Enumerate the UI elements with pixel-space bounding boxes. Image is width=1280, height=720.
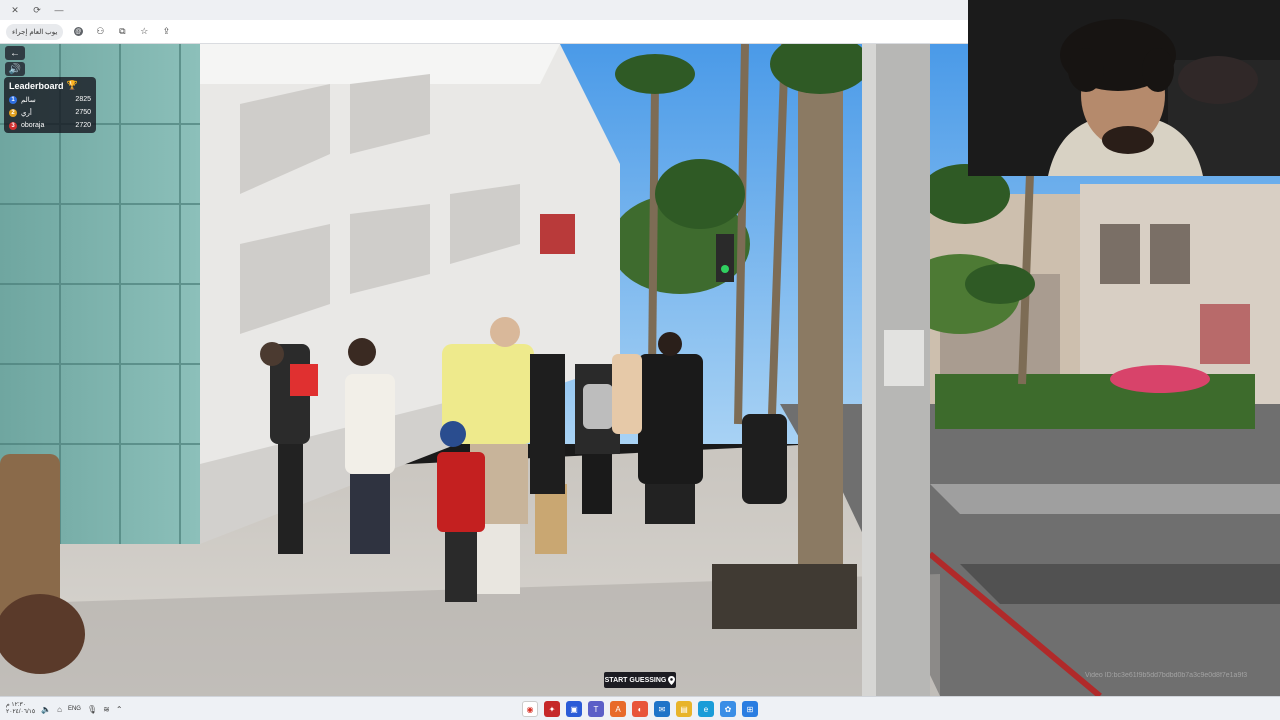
taskbar-app-outlook[interactable]: ✉ <box>654 701 670 717</box>
teams-icon: T <box>593 704 599 714</box>
arrow-left-icon: ← <box>10 47 20 59</box>
speaker-tray-icon[interactable]: 🔈 <box>41 705 51 714</box>
share-icon[interactable]: ⇪ <box>159 25 173 39</box>
profile-icon[interactable]: ⚇ <box>93 25 107 39</box>
app-red-icon: ✦ <box>548 704 556 714</box>
rank-badge: 2 <box>9 108 17 117</box>
taskbar-app-windows[interactable]: ⊞ <box>742 701 758 717</box>
files-icon: ▤ <box>680 704 688 714</box>
rank-badge: 3 <box>9 121 17 130</box>
start-guessing-label: START GUESSING <box>604 676 667 684</box>
edge-icon: e <box>703 704 709 714</box>
store-icon: ▣ <box>570 704 578 714</box>
player-name: أري <box>21 109 32 117</box>
leaderboard-row: 3 oboraja 2720 <box>9 119 91 132</box>
extensions-icon[interactable]: ⧉ <box>115 25 129 39</box>
network-icon[interactable]: ⌂ <box>57 705 62 714</box>
office-icon: A <box>615 704 621 714</box>
close-icon[interactable]: ✕ <box>4 1 26 19</box>
taskbar-app-chrome[interactable]: ◉ <box>522 701 538 717</box>
taskbar-app-edge[interactable]: e <box>698 701 714 717</box>
taskbar-apps: ◉ ✦ ▣ T A ◐ ✉ ▤ e ✿ ⊞ <box>522 700 758 718</box>
leaderboard-panel: Leaderboard 🏆 1 سالم 2825 2 أري 2750 3 o… <box>4 77 96 133</box>
title-bar: ✕ ⟳ — <box>0 0 968 20</box>
wifi-icon[interactable]: ≋ <box>103 705 110 714</box>
speaker-icon: 🔊 <box>8 63 22 75</box>
rank-badge: 1 <box>9 95 17 104</box>
browser-chrome: ✕ ⟳ — يوب العام إجراء @ ⚇ ⧉ ☆ ⇪ <box>0 0 968 44</box>
sound-button[interactable]: 🔊 <box>5 62 25 76</box>
streamer-webcam-feed <box>968 0 1280 176</box>
clock-time: ١٢:٣٠ م <box>6 702 26 708</box>
player-score: 2720 <box>75 122 91 129</box>
video-watermark: Video ID:bc3e61f9b5dd7bdbd0b7a3c9e0d8f7e… <box>1085 672 1248 679</box>
player-name: سالم <box>21 96 36 104</box>
taskbar-app-app-red[interactable]: ✦ <box>544 701 560 717</box>
trophy-icon: 🏆 <box>66 80 78 90</box>
taskbar-app-store[interactable]: ▣ <box>566 701 582 717</box>
bookmark-icon[interactable]: ☆ <box>137 25 151 39</box>
windows-icon: ⊞ <box>746 704 754 714</box>
mic-icon[interactable]: 🎙 <box>87 705 97 714</box>
firefox-icon: ◐ <box>637 704 643 714</box>
system-tray: ١٢:٣٠ م ٢٠٢٤/٠٦/١٥ 🔈 ⌂ ENG 🎙 ≋ ⌃ <box>6 700 123 718</box>
back-button[interactable]: ← <box>5 46 25 60</box>
player-name: oboraja <box>21 122 45 129</box>
restore-icon[interactable]: ⟳ <box>26 1 48 19</box>
clock-date: ٢٠٢٤/٠٦/١٥ <box>6 709 36 715</box>
map-pin-icon <box>668 675 676 685</box>
leaderboard-title: Leaderboard <box>9 80 64 91</box>
site-pill-label: يوب العام إجراء <box>12 28 58 36</box>
photos-icon: ✿ <box>724 704 732 714</box>
start-guessing-button[interactable]: START GUESSING <box>604 672 676 688</box>
webcam-overlay <box>968 0 1280 176</box>
site-settings-icon[interactable]: @ <box>71 25 85 39</box>
taskbar-app-teams[interactable]: T <box>588 701 604 717</box>
leaderboard-row: 1 سالم 2825 <box>9 93 91 106</box>
leaderboard-row: 2 أري 2750 <box>9 106 91 119</box>
language-indicator[interactable]: ENG <box>68 706 81 712</box>
leaderboard-header: Leaderboard 🏆 <box>9 80 91 91</box>
player-score: 2750 <box>75 109 91 116</box>
taskbar-app-photos[interactable]: ✿ <box>720 701 736 717</box>
site-info-pill[interactable]: يوب العام إجراء <box>6 23 64 40</box>
taskbar-app-firefox[interactable]: ◐ <box>632 701 648 717</box>
outlook-icon: ✉ <box>658 704 666 714</box>
taskbar-app-files[interactable]: ▤ <box>676 701 692 717</box>
chevron-up-icon[interactable]: ⌃ <box>116 705 123 714</box>
clock[interactable]: ١٢:٣٠ م ٢٠٢٤/٠٦/١٥ <box>6 702 35 716</box>
player-score: 2825 <box>75 96 91 103</box>
chrome-icon: ◉ <box>526 704 534 714</box>
browser-toolbar: يوب العام إجراء @ ⚇ ⧉ ☆ ⇪ <box>0 20 968 44</box>
minimize-icon[interactable]: — <box>48 1 70 19</box>
windows-taskbar: ١٢:٣٠ م ٢٠٢٤/٠٦/١٥ 🔈 ⌂ ENG 🎙 ≋ ⌃ ◉ ✦ ▣ T A ◐ ✉… <box>0 696 1280 720</box>
taskbar-app-office[interactable]: A <box>610 701 626 717</box>
